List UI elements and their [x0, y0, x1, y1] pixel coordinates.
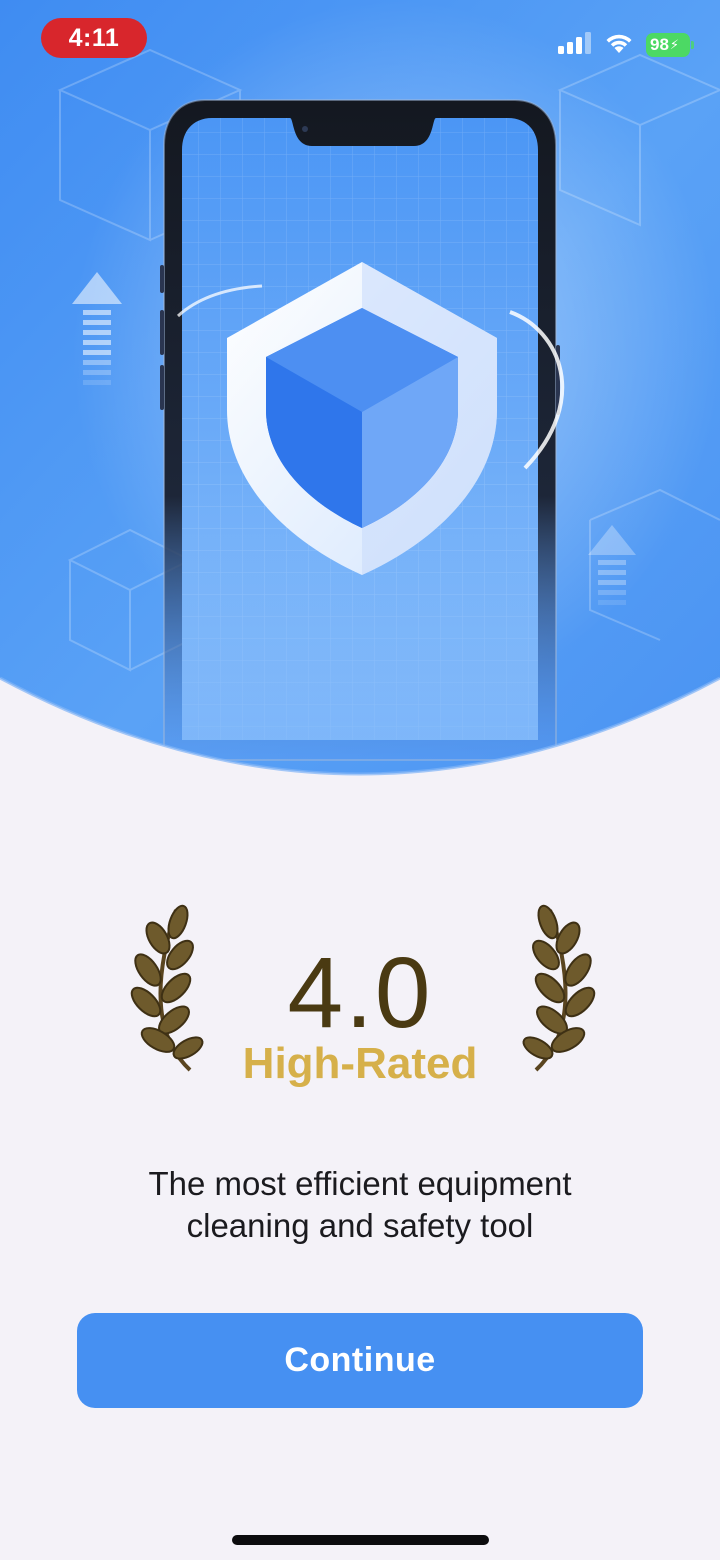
- tagline: The most efficient equipment cleaning an…: [60, 1163, 660, 1247]
- status-time: 4:11: [41, 18, 147, 58]
- tagline-line-2: cleaning and safety tool: [186, 1207, 534, 1244]
- continue-button[interactable]: Continue: [77, 1313, 643, 1408]
- rating-badge: 4.0 High-Rated: [0, 900, 720, 1100]
- rating-value: 4.0: [287, 937, 433, 1049]
- wifi-icon: [604, 32, 634, 59]
- rating-label: High-Rated: [242, 1039, 478, 1088]
- hero-illustration: [0, 0, 720, 780]
- signal-icon: [558, 31, 592, 59]
- battery-level: 98: [650, 35, 669, 54]
- status-icons: 98 ⚡: [558, 30, 694, 60]
- battery-charging-icon: 98 ⚡: [646, 33, 694, 57]
- tagline-line-1: The most efficient equipment: [148, 1165, 572, 1202]
- home-indicator[interactable]: [232, 1535, 489, 1545]
